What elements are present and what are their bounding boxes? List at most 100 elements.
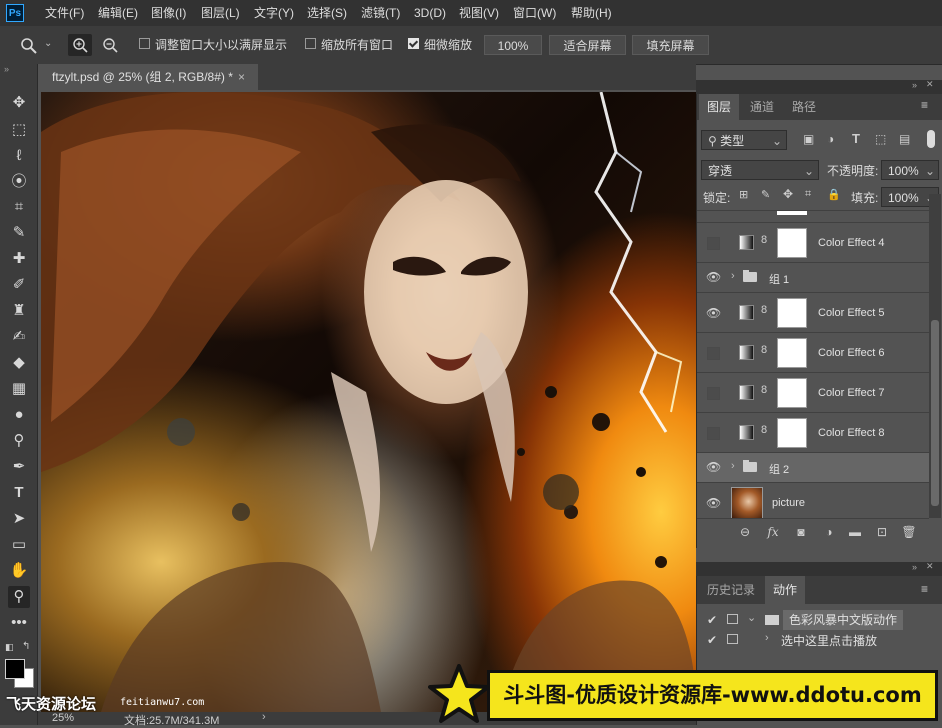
- lock-all-icon[interactable]: 🔒: [827, 188, 841, 201]
- link-icon[interactable]: 8: [761, 234, 767, 246]
- filter-type-layer-icon[interactable]: T: [852, 131, 860, 146]
- link-layers-icon[interactable]: ⊖: [737, 524, 753, 540]
- layers-scrollbar-thumb[interactable]: [931, 320, 939, 506]
- menu-edit[interactable]: 编辑(E): [98, 0, 138, 26]
- filter-toggle-switch[interactable]: [927, 130, 935, 148]
- filter-shape-layer-icon[interactable]: ⬚: [875, 132, 886, 146]
- layer-mask-thumbnail[interactable]: [777, 338, 807, 368]
- gradient-tool-icon[interactable]: ▦: [8, 378, 30, 400]
- filter-adjustment-layer-icon[interactable]: ◑: [827, 132, 834, 146]
- filter-smart-object-icon[interactable]: ▤: [899, 132, 910, 146]
- action-row[interactable]: ✔ › 选中这里点击播放: [697, 630, 942, 650]
- close-panel-icon[interactable]: ✕: [926, 561, 934, 572]
- menu-file[interactable]: 文件(F): [45, 0, 84, 26]
- layer-image-thumbnail[interactable]: [731, 487, 763, 519]
- visibility-off-toggle[interactable]: [707, 427, 720, 440]
- path-selection-tool-icon[interactable]: ➤: [8, 508, 30, 530]
- layer-row[interactable]: 8 Color Effect 4: [697, 222, 929, 262]
- zoom-100-button[interactable]: 100%: [484, 35, 542, 55]
- chevron-right-icon[interactable]: ›: [765, 632, 769, 644]
- blend-mode-dropdown[interactable]: 穿透 ⌄: [701, 160, 819, 180]
- crop-tool-icon[interactable]: ⌗: [8, 196, 30, 218]
- menu-layer[interactable]: 图层(L): [201, 0, 240, 26]
- menu-select[interactable]: 选择(S): [307, 0, 347, 26]
- tab-actions[interactable]: 动作: [765, 576, 806, 604]
- scrubby-zoom-checkbox[interactable]: [408, 38, 419, 49]
- visibility-off-toggle[interactable]: [707, 237, 720, 250]
- tab-channels[interactable]: 通道: [742, 94, 782, 120]
- menu-filter[interactable]: 滤镜(T): [361, 0, 400, 26]
- visibility-off-toggle[interactable]: [707, 387, 720, 400]
- dodge-tool-icon[interactable]: ⚲: [8, 430, 30, 452]
- collapse-panels-icon[interactable]: »: [912, 562, 917, 572]
- zoom-all-windows-checkbox[interactable]: [305, 38, 316, 49]
- chevron-right-icon[interactable]: ›: [262, 711, 266, 723]
- action-set-row[interactable]: ✔ ⌄ 色彩风暴中文版动作: [697, 610, 942, 630]
- menu-window[interactable]: 窗口(W): [513, 0, 556, 26]
- chevron-right-icon[interactable]: ›: [731, 270, 735, 282]
- close-panel-icon[interactable]: ✕: [926, 79, 934, 90]
- zoom-in-button[interactable]: [68, 34, 92, 56]
- lasso-tool-icon[interactable]: ℓ: [8, 145, 30, 167]
- link-icon[interactable]: 8: [761, 424, 767, 436]
- collapse-panels-icon[interactable]: »: [912, 80, 917, 90]
- quick-selection-tool-icon[interactable]: ⦿: [8, 171, 30, 193]
- layer-row[interactable]: 8 Color Effect 8: [697, 412, 929, 452]
- new-group-icon[interactable]: ▬: [847, 524, 863, 540]
- eyedropper-tool-icon[interactable]: ✎: [8, 222, 30, 244]
- fill-screen-button[interactable]: 填充屏幕: [632, 35, 709, 55]
- lock-position-icon[interactable]: ✥: [783, 187, 793, 201]
- panel-menu-icon[interactable]: ≡: [921, 98, 928, 112]
- action-enabled-check-icon[interactable]: ✔: [707, 613, 717, 627]
- action-dialog-toggle-icon[interactable]: [727, 634, 738, 644]
- action-enabled-check-icon[interactable]: ✔: [707, 633, 717, 647]
- document-tab[interactable]: ftzylt.psd @ 25% (组 2, RGB/8#) * ×: [38, 64, 258, 90]
- default-colors-icon[interactable]: ◧: [5, 642, 14, 653]
- lock-transparent-pixels-icon[interactable]: ⊞: [739, 188, 748, 201]
- link-icon[interactable]: 8: [761, 384, 767, 396]
- resize-windows-checkbox[interactable]: [139, 38, 150, 49]
- add-mask-icon[interactable]: ◙: [793, 524, 809, 540]
- eye-icon[interactable]: 👁: [706, 306, 721, 320]
- opacity-input[interactable]: 100% ⌄: [881, 160, 939, 180]
- blur-tool-icon[interactable]: ●: [8, 404, 30, 426]
- eye-icon[interactable]: 👁: [706, 270, 721, 284]
- hand-tool-icon[interactable]: ✋: [8, 560, 30, 582]
- close-tab-icon[interactable]: ×: [238, 64, 245, 90]
- layer-group-row[interactable]: 👁 › 组 1: [697, 262, 929, 292]
- eye-icon[interactable]: 👁: [706, 496, 721, 510]
- layer-mask-thumbnail[interactable]: [777, 418, 807, 448]
- rectangle-tool-icon[interactable]: ▭: [8, 534, 30, 556]
- new-layer-icon[interactable]: ⊡: [874, 524, 890, 540]
- layer-style-fx-icon[interactable]: fx: [765, 524, 781, 540]
- eye-icon[interactable]: 👁: [706, 460, 721, 474]
- delete-layer-icon[interactable]: 🗑: [901, 524, 917, 540]
- move-tool-icon[interactable]: ✥: [8, 92, 30, 114]
- zoom-tool-selected-icon[interactable]: ⚲: [8, 586, 30, 608]
- menu-help[interactable]: 帮助(H): [571, 0, 612, 26]
- more-tools-icon[interactable]: •••: [8, 612, 30, 634]
- fit-screen-button[interactable]: 适合屏幕: [549, 35, 626, 55]
- layer-row[interactable]: 👁 8 Color Effect 5: [697, 292, 929, 332]
- menu-view[interactable]: 视图(V): [459, 0, 499, 26]
- pen-tool-icon[interactable]: ✒: [8, 456, 30, 478]
- layer-filter-kind-dropdown[interactable]: ⚲ 类型 ⌄: [701, 130, 787, 150]
- layer-mask-thumbnail[interactable]: [777, 228, 807, 258]
- new-adjustment-layer-icon[interactable]: ◑: [821, 524, 837, 540]
- tab-history[interactable]: 历史记录: [699, 576, 763, 604]
- type-tool-icon[interactable]: T: [8, 482, 30, 504]
- layer-mask-thumbnail[interactable]: [777, 378, 807, 408]
- chevron-right-icon[interactable]: ›: [731, 460, 735, 472]
- link-icon[interactable]: 8: [761, 304, 767, 316]
- layer-group-row-selected[interactable]: 👁 › 组 2: [697, 452, 929, 482]
- brush-tool-icon[interactable]: ✐: [8, 274, 30, 296]
- lock-image-pixels-icon[interactable]: ✎: [761, 188, 770, 201]
- tool-preset-chevron-down-icon[interactable]: ⌄: [44, 38, 52, 49]
- layer-row[interactable]: 8 Color Effect 6: [697, 332, 929, 372]
- eraser-tool-icon[interactable]: ◆: [8, 352, 30, 374]
- filter-pixel-layer-icon[interactable]: ▣: [803, 132, 814, 146]
- marquee-tool-icon[interactable]: ⬚: [8, 119, 30, 141]
- layer-mask-thumbnail[interactable]: [777, 298, 807, 328]
- chevron-down-icon[interactable]: ⌄: [747, 611, 756, 624]
- panel-menu-icon[interactable]: ≡: [921, 582, 928, 596]
